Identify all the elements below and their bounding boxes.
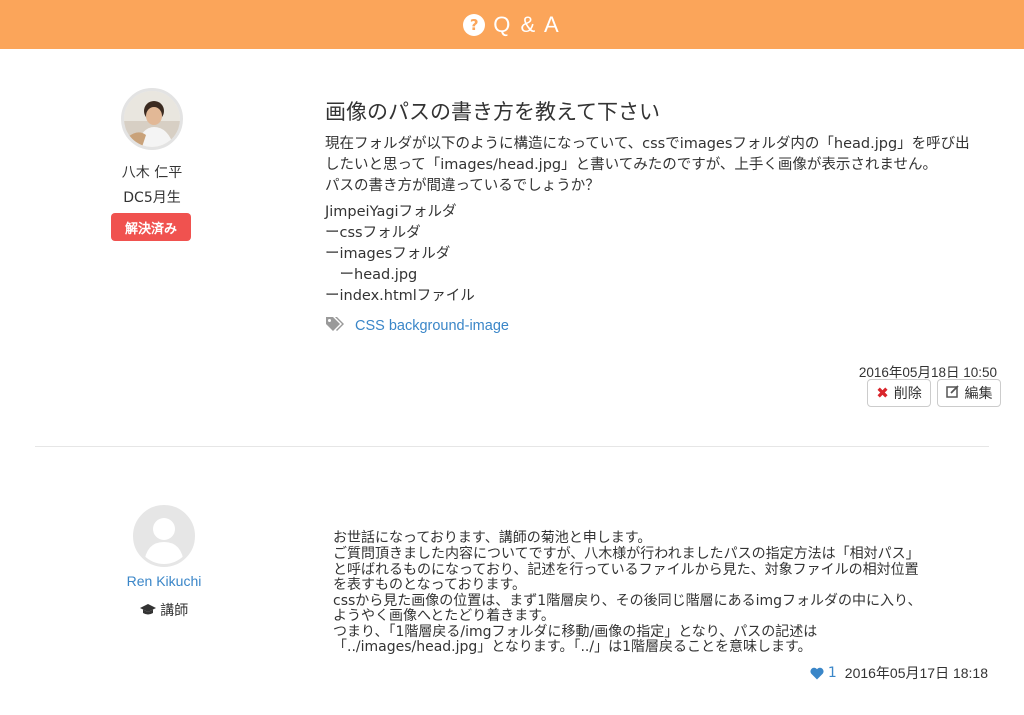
- answer-greeting: お世話になっております、講師の菊池と申します。: [333, 530, 652, 546]
- default-user-icon: [136, 508, 192, 564]
- section-divider: [35, 446, 989, 447]
- folder-structure-line: ーcssフォルダ: [325, 225, 421, 241]
- question-author-course: DC5月生: [123, 190, 181, 206]
- heart-icon: [810, 667, 824, 679]
- answer-body-line: cssから見た画像の位置は、まず1階層戻り、その後同じ階層にあるimgフォルダの…: [333, 592, 922, 609]
- edit-button[interactable]: 編集: [937, 379, 1001, 407]
- page-header: ? Q & A: [0, 0, 1024, 49]
- answer-body-line: ご質問頂きました内容についてですが、八木様が行われましたパスの指定方法は「相対パ…: [333, 546, 920, 562]
- like-button[interactable]: 1: [810, 665, 837, 681]
- role-label: 講師: [160, 603, 189, 619]
- folder-structure-line: ーimagesフォルダ: [325, 246, 451, 262]
- answer-author-role: 講師: [104, 600, 224, 620]
- question-body: 現在フォルダが以下のように構造になっていて、cssでimagesフォルダ内の「h…: [325, 134, 995, 197]
- answer-body-line: 「../images/head.jpg」となります。「../」は1階層戻ることを…: [333, 639, 812, 655]
- graduation-cap-icon: [139, 603, 160, 619]
- delete-x-icon: ✖: [876, 384, 889, 402]
- delete-button[interactable]: ✖ 削除: [867, 379, 931, 407]
- avatar-photo: [124, 91, 180, 147]
- answer-body: ご質問頂きました内容についてですが、八木様が行われましたパスの指定方法は「相対パ…: [333, 546, 993, 656]
- answer-body-line: と呼ばれるものになっており、記述を行っているファイルから見た、対象ファイルの相対…: [333, 561, 919, 578]
- edit-icon: [945, 384, 960, 402]
- question-body-line: したいと思って「images/head.jpg」と書いてみたのですが、上手く画像…: [325, 157, 937, 173]
- question-title: 画像のパスの書き方を教えて下さい: [325, 100, 660, 124]
- question-body-line: 現在フォルダが以下のように構造になっていて、cssでimagesフォルダ内の「h…: [325, 136, 970, 152]
- answer-author-avatar[interactable]: [133, 505, 195, 567]
- answer-date: 2016年05月17日 18:18: [844, 665, 988, 681]
- edit-label: 編集: [964, 386, 993, 402]
- answer-body-line: を表すものとなっております。: [333, 577, 527, 593]
- answer-meta: 1 2016年05月17日 18:18: [810, 663, 988, 683]
- question-author-name: 八木 仁平: [121, 165, 183, 181]
- folder-structure-line: ーhead.jpg: [325, 267, 418, 283]
- tag-link[interactable]: CSS background-image: [355, 318, 509, 334]
- page-title: Q & A: [493, 11, 561, 37]
- question-date: 2016年05月18日 10:50: [858, 365, 997, 380]
- folder-structure-line: JimpeiYagiフォルダ: [325, 204, 457, 220]
- question-circle-icon: ?: [463, 13, 486, 36]
- like-count: 1: [827, 665, 837, 681]
- folder-structure-line: ーindex.htmlファイル: [325, 288, 475, 304]
- answer-author-name[interactable]: Ren Kikuchi: [104, 573, 224, 589]
- solved-badge: 解決済み: [111, 213, 191, 241]
- answer-body-line: つまり、「1階層戻る/imgフォルダに移動/画像の指定」となり、パスの記述は: [333, 623, 818, 640]
- question-body-line: パスの書き方が間違っているでしょうか？: [325, 178, 600, 194]
- folder-structure: JimpeiYagiフォルダ ーcssフォルダ ーimagesフォルダ ーhea…: [325, 202, 475, 307]
- tag-row: CSS background-image: [325, 316, 509, 336]
- question-author-avatar[interactable]: [121, 88, 183, 150]
- answer-body-line: ようやく画像へとたどり着きます。: [333, 608, 555, 624]
- delete-label: 削除: [893, 386, 922, 402]
- tags-icon: [325, 316, 345, 336]
